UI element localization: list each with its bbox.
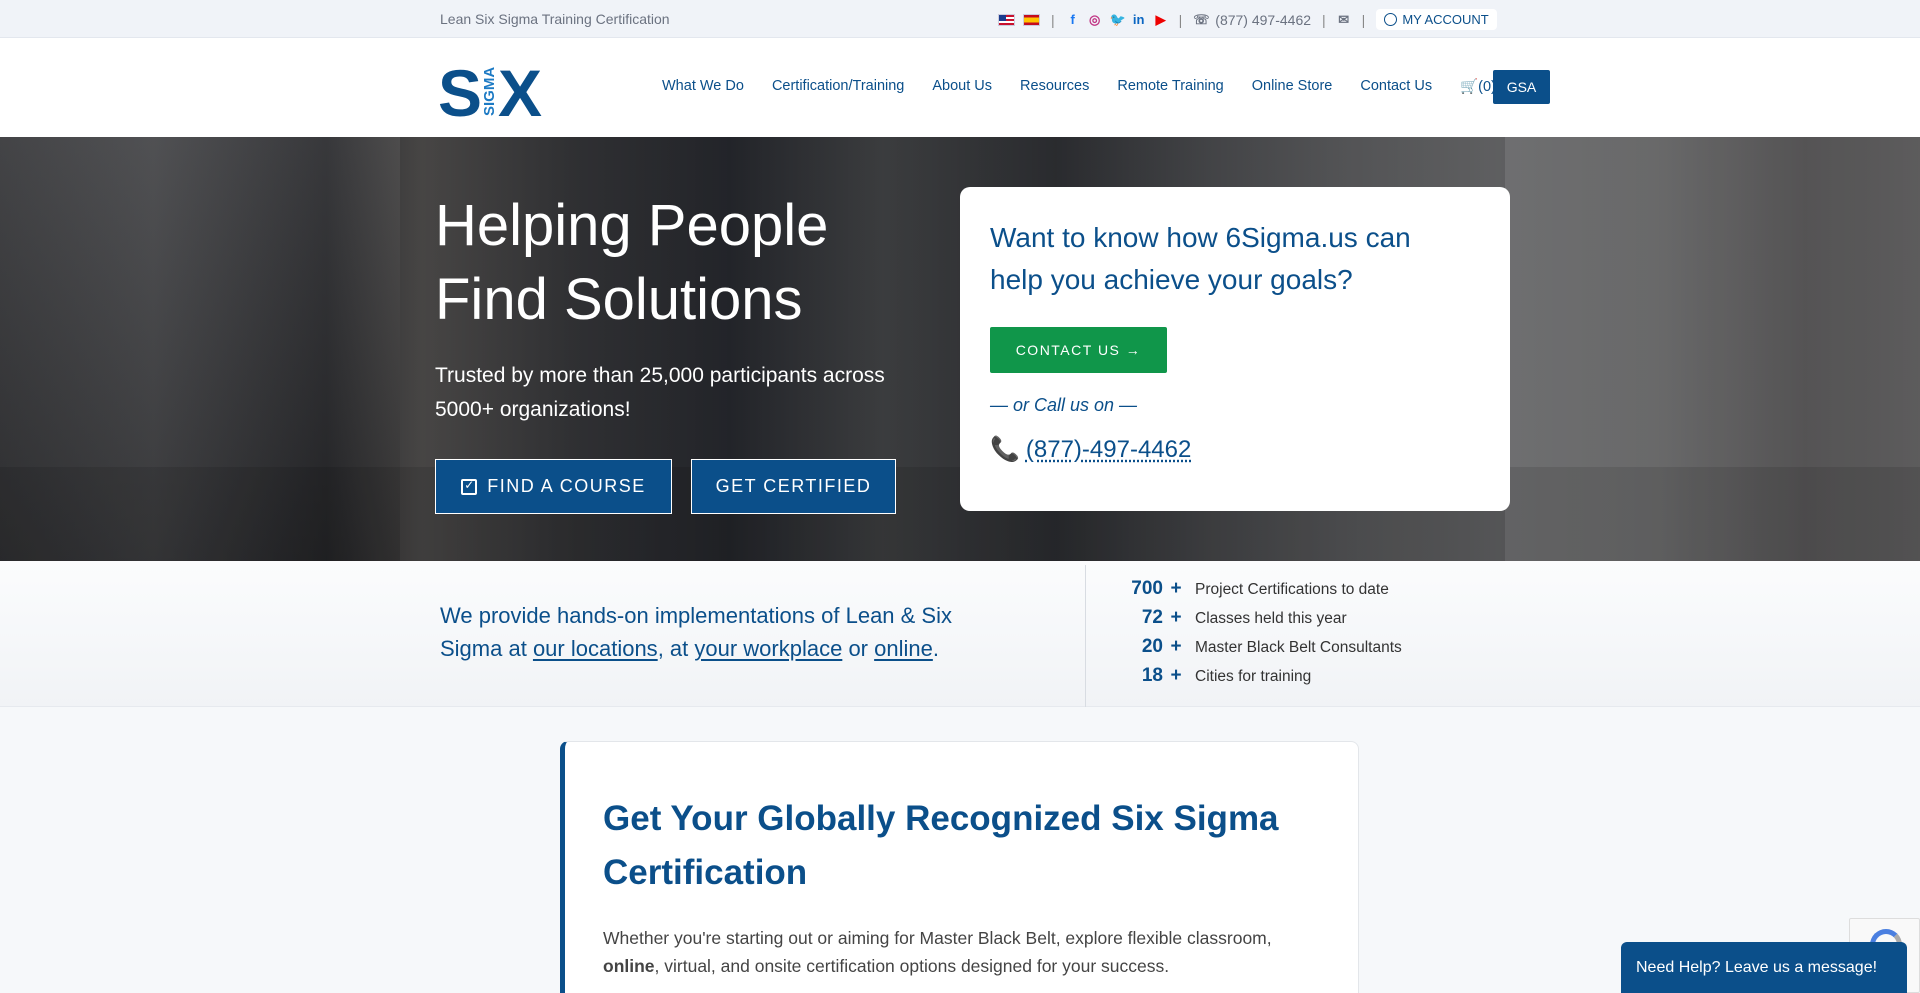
flag-us-icon[interactable] (998, 13, 1015, 26)
stat-label: Cities for training (1195, 668, 1312, 685)
nav-about-us[interactable]: About Us (932, 78, 992, 95)
certification-heading: Get Your Globally Recognized Six Sigma C… (603, 799, 1279, 892)
chat-widget-button[interactable]: Need Help? Leave us a message! (1621, 942, 1907, 993)
stat-number: 18 (1141, 665, 1163, 686)
description-text: Whether you're starting out or aiming fo… (603, 928, 1272, 948)
contact-phone-number: (877)-497-4462 (1025, 435, 1192, 463)
lead-text: , at (657, 636, 695, 661)
nav-resources[interactable]: Resources (1020, 78, 1089, 95)
hero-title: Helping People Find Solutions (435, 193, 829, 332)
stat-item: 700 + Project Certifications to date (1105, 578, 1402, 607)
stat-label: Classes held this year (1195, 610, 1347, 627)
topbar-phone[interactable]: (877) 497-4462 (1215, 12, 1311, 28)
stat-item: 20 + Master Black Belt Consultants (1105, 636, 1402, 665)
site-header: S X SIGMA What We Do Certification/Train… (0, 38, 1920, 137)
my-account-label: MY ACCOUNT (1402, 12, 1489, 27)
contact-card-heading: Want to know how 6Sigma.us can help you … (990, 222, 1411, 295)
contact-card: Want to know how 6Sigma.us can help you … (960, 187, 1510, 511)
stat-plus: + (1170, 578, 1182, 599)
logo-x: X (498, 56, 542, 120)
get-certified-button[interactable]: GET CERTIFIED (691, 459, 896, 514)
stat-number: 72 (1141, 607, 1163, 628)
nav-contact-us[interactable]: Contact Us (1360, 78, 1432, 95)
our-locations-link[interactable]: our locations (533, 636, 658, 661)
stat-plus: + (1170, 665, 1182, 686)
lead-text: . (932, 636, 939, 661)
cart-icon: 🛒 (1460, 79, 1479, 95)
facebook-icon[interactable]: f (1066, 12, 1080, 27)
gsa-button[interactable]: GSA (1493, 70, 1550, 104)
lead-text: or (842, 636, 875, 661)
site-tagline: Lean Six Sigma Training Certification (440, 11, 670, 27)
separator: | (1361, 11, 1366, 28)
implementation-lead: We provide hands-on implementations of L… (440, 599, 1000, 665)
description-text: , virtual, and onsite certification opti… (654, 956, 1170, 976)
divider (1085, 565, 1086, 707)
logo-s: S (438, 56, 482, 120)
separator: | (1322, 11, 1326, 28)
nav-remote-training[interactable]: Remote Training (1117, 78, 1223, 95)
logo-sigma: SIGMA (481, 67, 498, 116)
find-a-course-button[interactable]: FIND A COURSE (435, 459, 672, 514)
mail-icon[interactable]: ✉ (1337, 12, 1351, 28)
top-bar-right: | f ◎ 🐦 in ▶ | ☏ (877) 497-4462 | ✉ | MY… (998, 9, 1497, 30)
separator: | (1051, 11, 1055, 28)
separator: | (1178, 11, 1183, 28)
youtube-icon[interactable]: ▶ (1154, 12, 1168, 28)
phone-icon: ☏ (1193, 11, 1210, 27)
implementation-band: We provide hands-on implementations of L… (0, 561, 1920, 707)
my-account-button[interactable]: MY ACCOUNT (1376, 9, 1497, 30)
stat-plus: + (1170, 607, 1182, 628)
stat-plus: + (1170, 636, 1182, 657)
stat-item: 72 + Classes held this year (1105, 607, 1402, 636)
contact-us-button[interactable]: CONTACT US → (990, 327, 1167, 373)
online-link[interactable]: online (874, 636, 933, 661)
instagram-icon[interactable]: ◎ (1088, 12, 1102, 28)
contact-phone-link[interactable]: 📞 (877)-497-4462 (990, 435, 1191, 464)
main-nav: What We Do Certification/Training About … (662, 78, 1496, 95)
flag-es-icon[interactable] (1023, 13, 1040, 26)
stat-item: 18 + Cities for training (1105, 665, 1402, 694)
hero-section: Helping People Find Solutions Trusted by… (0, 137, 1920, 561)
phone-icon: 📞 (990, 436, 1020, 463)
calendar-check-icon (461, 478, 478, 495)
top-bar: Lean Six Sigma Training Certification | … (0, 0, 1920, 38)
certification-description: Whether you're starting out or aiming fo… (603, 924, 1323, 980)
six-sigma-logo[interactable]: S X SIGMA (438, 56, 560, 120)
nav-what-we-do[interactable]: What We Do (662, 78, 744, 95)
find-a-course-label: FIND A COURSE (487, 476, 646, 496)
stat-number: 700 (1131, 578, 1163, 599)
or-call-text: — or Call us on — (990, 395, 1138, 415)
twitter-icon[interactable]: 🐦 (1110, 12, 1126, 28)
stat-label: Project Certifications to date (1195, 581, 1389, 598)
stat-label: Master Black Belt Consultants (1195, 639, 1402, 656)
certification-card: Get Your Globally Recognized Six Sigma C… (560, 741, 1359, 993)
linkedin-icon[interactable]: in (1132, 12, 1146, 27)
description-bold: online (603, 956, 655, 976)
stat-number: 20 (1141, 636, 1163, 657)
stats-list: 700 + Project Certifications to date 72 + Cl… (1105, 578, 1402, 694)
hero-subtitle: Trusted by more than 25,000 participants… (435, 364, 885, 421)
user-circle-icon (1384, 13, 1398, 26)
nav-online-store[interactable]: Online Store (1252, 78, 1333, 95)
nav-certification-training[interactable]: Certification/Training (772, 78, 904, 95)
cart-link[interactable]: 🛒(0) (1460, 78, 1496, 95)
your-workplace-link[interactable]: your workplace (694, 636, 842, 661)
